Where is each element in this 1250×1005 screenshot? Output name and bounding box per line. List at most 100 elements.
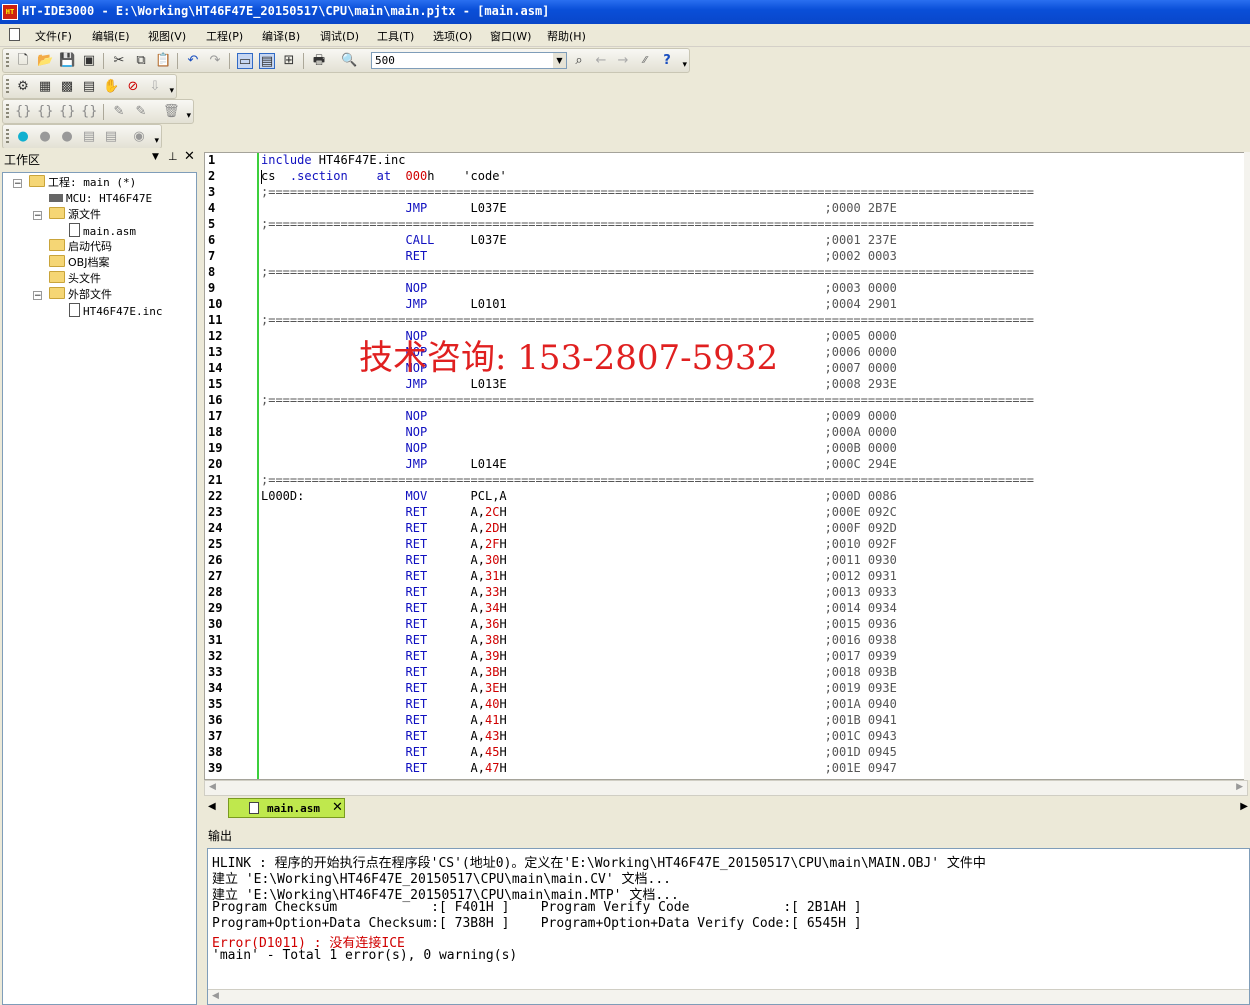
copy-icon[interactable]: ⧉ xyxy=(133,53,149,69)
address-comment: ;001A 0940 xyxy=(824,697,897,711)
file-icon xyxy=(69,303,80,317)
print-icon[interactable]: 🖶 xyxy=(311,53,327,69)
build-icon[interactable]: ▦ xyxy=(37,79,53,95)
menu-window[interactable]: 窗口(W) xyxy=(490,28,531,44)
tab-scroll-right-icon[interactable]: ▶ xyxy=(1240,801,1248,812)
binoculars-icon[interactable]: ⌕ xyxy=(571,53,587,69)
output-toggle-icon[interactable]: ▤ xyxy=(259,53,275,69)
open-folder-icon[interactable]: 📂 xyxy=(37,53,53,69)
compile-icon[interactable]: ⚙ xyxy=(15,79,31,95)
find-in-files-icon[interactable]: 🔍 xyxy=(341,53,357,69)
chevron-down-icon[interactable]: ▼ xyxy=(152,152,159,162)
find-prev-icon[interactable]: ← xyxy=(593,53,609,69)
tree-item-header-folder[interactable]: 头文件 xyxy=(49,271,101,287)
close-icon[interactable]: ✕ xyxy=(184,149,195,164)
menu-tools[interactable]: 工具(T) xyxy=(377,28,414,44)
stop-build-icon[interactable]: ⊘ xyxy=(125,79,141,95)
document-icon[interactable] xyxy=(9,28,20,41)
chevron-down-icon[interactable]: ▾ xyxy=(169,86,174,96)
editor-vertical-scrollbar[interactable] xyxy=(1244,152,1250,780)
code-editor[interactable]: 1 2 3 4 5 6 7 8 9 10 11 12 13 14 15 16 17 18 19 20 21 22 23 24 2… xyxy=(204,152,1250,780)
scroll-left-icon[interactable]: ◀ xyxy=(209,782,216,792)
chevron-down-icon[interactable]: ▾ xyxy=(682,60,687,70)
output-panel[interactable]: HLINK : 程序的开始执行点在程序段'CS'(地址0)。定义在'E:\Wor… xyxy=(207,848,1250,1005)
collapse-icon[interactable]: − xyxy=(33,211,42,221)
toolbar-grip[interactable] xyxy=(6,104,9,119)
menu-file[interactable]: 文件(F) xyxy=(35,28,72,44)
chevron-down-icon[interactable]: ▾ xyxy=(154,136,159,146)
download-icon[interactable]: ⇩ xyxy=(147,79,163,95)
tree-item-inc-file[interactable]: HT46F47E.inc xyxy=(69,303,162,319)
new-file-icon[interactable]: 🗋 xyxy=(15,53,31,69)
find-next-icon[interactable]: → xyxy=(615,53,631,69)
menu-view[interactable]: 视图(V) xyxy=(148,28,186,44)
tree-item-source-folder[interactable]: 源文件 xyxy=(49,207,101,223)
operand: L037E xyxy=(470,201,825,215)
reset-icon[interactable]: ● xyxy=(37,129,53,145)
tree-item-main-asm[interactable]: main.asm xyxy=(69,223,136,239)
register-icon[interactable]: ▤ xyxy=(103,129,119,145)
breakpoint-icon[interactable]: ✎ xyxy=(111,104,127,120)
cut-icon[interactable]: ✂ xyxy=(111,53,127,69)
memory-icon[interactable]: ▤ xyxy=(81,129,97,145)
tree-item-external-folder[interactable]: 外部文件 xyxy=(49,287,112,303)
directive-keyword: at xyxy=(376,169,392,183)
chevron-down-icon[interactable]: ▾ xyxy=(186,111,191,121)
address-comment: ;000F 092D xyxy=(824,521,897,535)
step-into-icon[interactable]: {} xyxy=(15,104,32,120)
scroll-right-icon[interactable]: ▶ xyxy=(1236,782,1243,792)
editor-horizontal-scrollbar[interactable]: ◀ ▶ xyxy=(204,780,1248,796)
collapse-icon[interactable]: − xyxy=(33,291,42,301)
tree-item-mcu[interactable]: MCU: HT46F47E xyxy=(49,191,152,207)
toolbar-grip[interactable] xyxy=(6,129,9,144)
pin-icon[interactable]: ⊥ xyxy=(168,150,178,163)
menu-project[interactable]: 工程(P) xyxy=(206,28,243,44)
step-out-icon[interactable]: {} xyxy=(59,104,76,120)
step-over-icon[interactable]: {} xyxy=(37,104,54,120)
toolbar-grip[interactable] xyxy=(6,79,9,94)
rebuild-icon[interactable]: ▩ xyxy=(59,79,75,95)
code-label xyxy=(261,201,406,215)
chevron-down-icon[interactable]: ▼ xyxy=(553,53,566,68)
number-literal: 000 xyxy=(405,169,428,183)
tab-main-asm[interactable]: main.asm ✕ xyxy=(228,798,345,818)
bookmark-icon[interactable]: ⁄⁄ xyxy=(637,53,653,69)
stop-hand-icon[interactable]: ✋ xyxy=(103,79,119,95)
run-to-cursor-icon[interactable]: {} xyxy=(81,104,98,120)
toolbar-grip[interactable] xyxy=(6,53,9,68)
save-icon[interactable]: 💾 xyxy=(59,53,75,69)
windows-icon[interactable]: ⊞ xyxy=(281,53,297,69)
save-all-icon[interactable]: ▣ xyxy=(81,53,97,69)
find-combo[interactable]: 500 ▼ xyxy=(371,52,567,69)
workspace-toggle-icon[interactable]: ▭ xyxy=(237,53,253,69)
connect-icon[interactable]: ● xyxy=(15,129,31,145)
output-horizontal-scrollbar[interactable]: ◀ xyxy=(208,989,1249,1004)
clear-breakpoint-icon[interactable]: ✎ xyxy=(133,104,149,120)
tree-item-project[interactable]: 工程: main (*) xyxy=(29,175,136,191)
line-number: 26 xyxy=(208,553,223,567)
menu-help[interactable]: 帮助(H) xyxy=(547,28,586,44)
redo-icon[interactable]: ↷ xyxy=(207,53,223,69)
menu-options[interactable]: 选项(O) xyxy=(433,28,472,44)
report-icon[interactable]: ▤ xyxy=(81,79,97,95)
trash-icon[interactable]: 🗑 xyxy=(163,104,180,120)
tree-item-startup-folder[interactable]: 启动代码 xyxy=(49,239,112,255)
paste-icon[interactable]: 📋 xyxy=(155,53,171,69)
number-literal: 41 xyxy=(484,713,500,727)
close-icon[interactable]: ✕ xyxy=(332,800,343,815)
menu-edit[interactable]: 编辑(E) xyxy=(92,28,130,44)
halt-icon[interactable]: ● xyxy=(59,129,75,145)
tree-item-obj-folder[interactable]: OBJ档案 xyxy=(49,255,109,271)
menu-build[interactable]: 编译(B) xyxy=(262,28,300,44)
code-line: ;=======================================… xyxy=(261,265,1034,279)
scroll-left-icon[interactable]: ◀ xyxy=(212,991,219,1001)
help-icon[interactable]: ? xyxy=(659,53,675,69)
tab-scroll-left-icon[interactable]: ◀ xyxy=(208,801,216,812)
workspace-tree: − 工程: main (*) MCU: HT46F47E − 源文件 main.… xyxy=(2,172,197,1005)
collapse-icon[interactable]: − xyxy=(13,179,22,189)
menu-debug[interactable]: 调试(D) xyxy=(320,28,359,44)
undo-icon[interactable]: ↶ xyxy=(185,53,201,69)
watch-icon[interactable]: ◉ xyxy=(131,129,147,145)
